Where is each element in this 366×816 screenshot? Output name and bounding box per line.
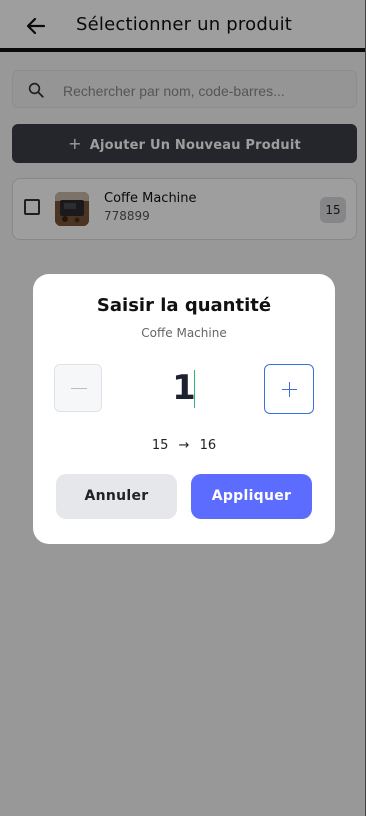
minus-icon bbox=[71, 388, 87, 389]
dialog-product-name: Coffe Machine bbox=[141, 326, 227, 340]
stock-before: 15 bbox=[151, 438, 169, 453]
text-cursor bbox=[194, 370, 195, 408]
apply-button[interactable]: Appliquer bbox=[191, 474, 312, 519]
arrow-right-icon: → bbox=[178, 438, 190, 453]
stock-after: 16 bbox=[199, 438, 217, 453]
cancel-button[interactable]: Annuler bbox=[56, 474, 177, 519]
stock-change-preview: 15 → 16 bbox=[33, 438, 335, 453]
quantity-input[interactable]: 1 bbox=[153, 366, 215, 410]
app-screen: Sélectionner un produit +Ajouter Un Nouv… bbox=[0, 0, 366, 816]
increment-button[interactable] bbox=[264, 364, 314, 414]
quantity-dialog: Saisir la quantité Coffe Machine 1 15 → … bbox=[33, 274, 335, 544]
decrement-button[interactable] bbox=[54, 364, 102, 412]
dialog-title: Saisir la quantité bbox=[96, 295, 272, 316]
